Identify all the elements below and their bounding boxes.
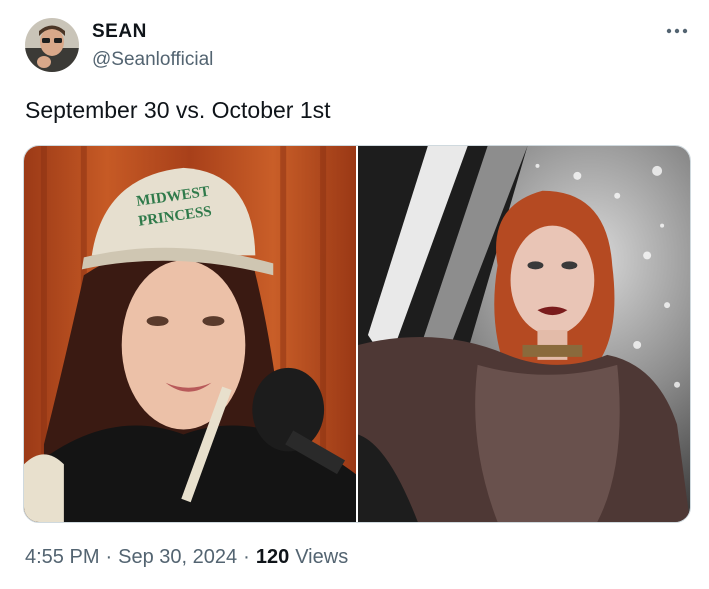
avatar[interactable] xyxy=(25,18,79,72)
timestamp-time[interactable]: 4:55 PM xyxy=(25,546,99,569)
more-options-button[interactable] xyxy=(660,20,694,42)
meta-separator: · xyxy=(243,546,250,568)
photo-woman-stage xyxy=(358,146,690,522)
user-handle[interactable]: @Seanlofficial xyxy=(92,49,213,71)
avatar-image xyxy=(25,18,79,72)
tweet-meta: 4:55 PM · Sep 30, 2024 · 120 Views xyxy=(25,546,348,569)
timestamp-date[interactable]: Sep 30, 2024 xyxy=(118,546,237,569)
views-count[interactable]: 120 xyxy=(256,546,289,569)
views-label[interactable]: Views xyxy=(295,546,348,569)
media-image-right[interactable] xyxy=(358,146,690,522)
tweet-text: September 30 vs. October 1st xyxy=(25,97,331,123)
media-image-left[interactable]: MIDWEST PRINCESS xyxy=(24,146,356,522)
photo-woman-cap: MIDWEST PRINCESS xyxy=(24,146,356,522)
tweet-media[interactable]: MIDWEST PRINCESS xyxy=(23,145,691,523)
more-horizontal-icon xyxy=(666,28,688,34)
display-name[interactable]: SEAN xyxy=(92,21,147,43)
meta-separator: · xyxy=(105,546,113,568)
